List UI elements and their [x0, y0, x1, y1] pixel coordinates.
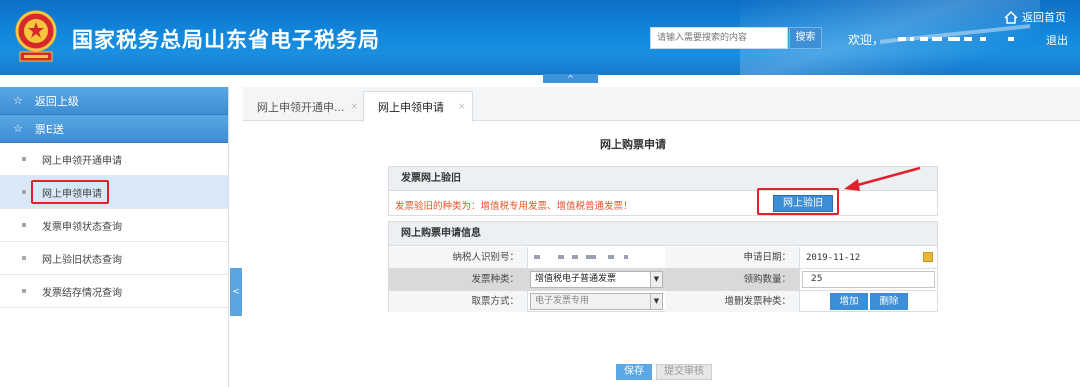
addremove-label: 增删发票种类：: [665, 291, 799, 312]
save-button[interactable]: 保存: [616, 364, 652, 380]
form-row: 取票方式： 电子发票专用 ▼ 增删发票种类： 增加 删除: [389, 291, 937, 313]
logout-link[interactable]: 退出: [1046, 32, 1068, 48]
purchase-info-section: 网上购票申请信息 纳税人识别号： 申请日期： 2019-11-12 发票种类： …: [388, 221, 938, 312]
sidebar-back-label: 返回上级: [34, 94, 79, 108]
top-header: 国家税务总局山东省电子税务局 搜索 欢迎， 返回首页 退出: [0, 0, 1080, 75]
invoice-type-cell: 增值税电子普通发票 ▼: [527, 269, 665, 290]
red-highlight-box: [31, 180, 109, 204]
pickup-method-label: 取票方式：: [389, 291, 527, 312]
tab-bar: 网上申领开通申... × 网上申领申请 ×: [243, 87, 1080, 122]
star-icon: ☆: [13, 94, 23, 107]
section-heading: 网上购票申请信息: [389, 222, 937, 246]
bullet-icon: [22, 289, 26, 293]
form-row: 纳税人识别号： 申请日期： 2019-11-12: [389, 247, 937, 269]
sidebar-item-label: 网上申领开通申请: [42, 155, 122, 167]
sidebar-item-label: 发票申领状态查询: [42, 221, 122, 233]
sidebar-item-stock-query[interactable]: 发票结存情况查询: [0, 275, 228, 308]
bullet-icon: [22, 256, 26, 260]
tab-label: 网上申领开通申...: [257, 100, 345, 114]
verify-warning-text: 发票验旧的种类为：增值税专用发票、增值税普通发票！: [395, 201, 633, 212]
calendar-icon[interactable]: [923, 252, 933, 262]
masked-username: [884, 30, 1024, 46]
pickup-method-select[interactable]: 电子发票专用 ▼: [530, 293, 663, 310]
tax-emblem-icon: [15, 10, 57, 62]
sidebar-item-label: 发票结存情况查询: [42, 287, 122, 299]
apply-date-label: 申请日期：: [665, 247, 799, 268]
close-icon[interactable]: ×: [351, 102, 359, 112]
form-row: 发票种类： 增值税电子普通发票 ▼ 领购数量： 25: [389, 269, 937, 291]
addremove-cell: 增加 删除: [799, 291, 937, 312]
chevron-down-icon: ▼: [650, 272, 662, 287]
tab-label: 网上申领申请: [378, 101, 444, 114]
sidebar-item-verify-status[interactable]: 网上验旧状态查询: [0, 242, 228, 275]
home-icon: [1004, 10, 1018, 24]
taxpayer-id-value: [527, 247, 665, 268]
sidebar-item-online-claim-enable[interactable]: 网上申领开通申请: [0, 143, 228, 176]
invoice-type-select[interactable]: 增值税电子普通发票 ▼: [530, 271, 663, 288]
invoice-type-label: 发票种类：: [389, 269, 527, 290]
sidebar: ☆ 返回上级 ☆ 票E送 网上申领开通申请 网上申领申请 发票申领状态查询 网上…: [0, 87, 229, 387]
sidebar-item-claim-status[interactable]: 发票申领状态查询: [0, 209, 228, 242]
bullet-icon: [22, 223, 26, 227]
qty-label: 领购数量：: [665, 269, 799, 290]
apply-date-value: 2019-11-12: [806, 253, 861, 263]
welcome-text: 欢迎，: [848, 33, 885, 47]
bullet-icon: [22, 157, 26, 161]
header-collapse-toggle[interactable]: ^: [543, 74, 598, 83]
sidebar-item-online-claim[interactable]: 网上申领申请: [0, 176, 228, 209]
red-arrow-annotation: [844, 166, 921, 191]
pickup-method-value: 电子发票专用: [535, 296, 590, 306]
star-icon: ☆: [13, 122, 23, 135]
qty-input[interactable]: 25: [802, 271, 935, 288]
home-link[interactable]: 返回首页: [1004, 9, 1066, 25]
sidebar-back[interactable]: ☆ 返回上级: [0, 87, 228, 115]
sidebar-item-label: 网上验旧状态查询: [42, 254, 122, 266]
search-button[interactable]: 搜索: [789, 27, 822, 49]
tab-online-claim-enable[interactable]: 网上申领开通申... ×: [243, 91, 363, 122]
form-title: 网上购票申请: [600, 138, 666, 151]
bullet-icon: [22, 190, 26, 194]
submit-review-button[interactable]: 提交审核: [656, 364, 712, 380]
delete-button[interactable]: 删除: [870, 293, 908, 310]
chevron-down-icon: ▼: [650, 294, 662, 309]
pickup-method-cell: 电子发票专用 ▼: [527, 291, 665, 312]
apply-date-field[interactable]: 2019-11-12: [799, 247, 937, 268]
home-link-label: 返回首页: [1022, 11, 1066, 24]
close-icon[interactable]: ×: [458, 102, 466, 112]
sidebar-collapse-toggle[interactable]: <: [230, 268, 242, 316]
site-title: 国家税务总局山东省电子税务局: [72, 28, 380, 52]
taxpayer-id-label: 纳税人识别号：: [389, 247, 527, 268]
sidebar-section-label: 票E送: [34, 122, 64, 136]
add-button[interactable]: 增加: [830, 293, 868, 310]
red-highlight-box: [757, 188, 839, 215]
qty-cell: 25: [799, 269, 937, 290]
invoice-type-value: 增值税电子普通发票: [535, 274, 617, 284]
search-input[interactable]: [650, 27, 788, 49]
tab-online-claim[interactable]: 网上申领申请 ×: [363, 91, 473, 122]
sidebar-section-piaoesong[interactable]: ☆ 票E送: [0, 115, 228, 143]
